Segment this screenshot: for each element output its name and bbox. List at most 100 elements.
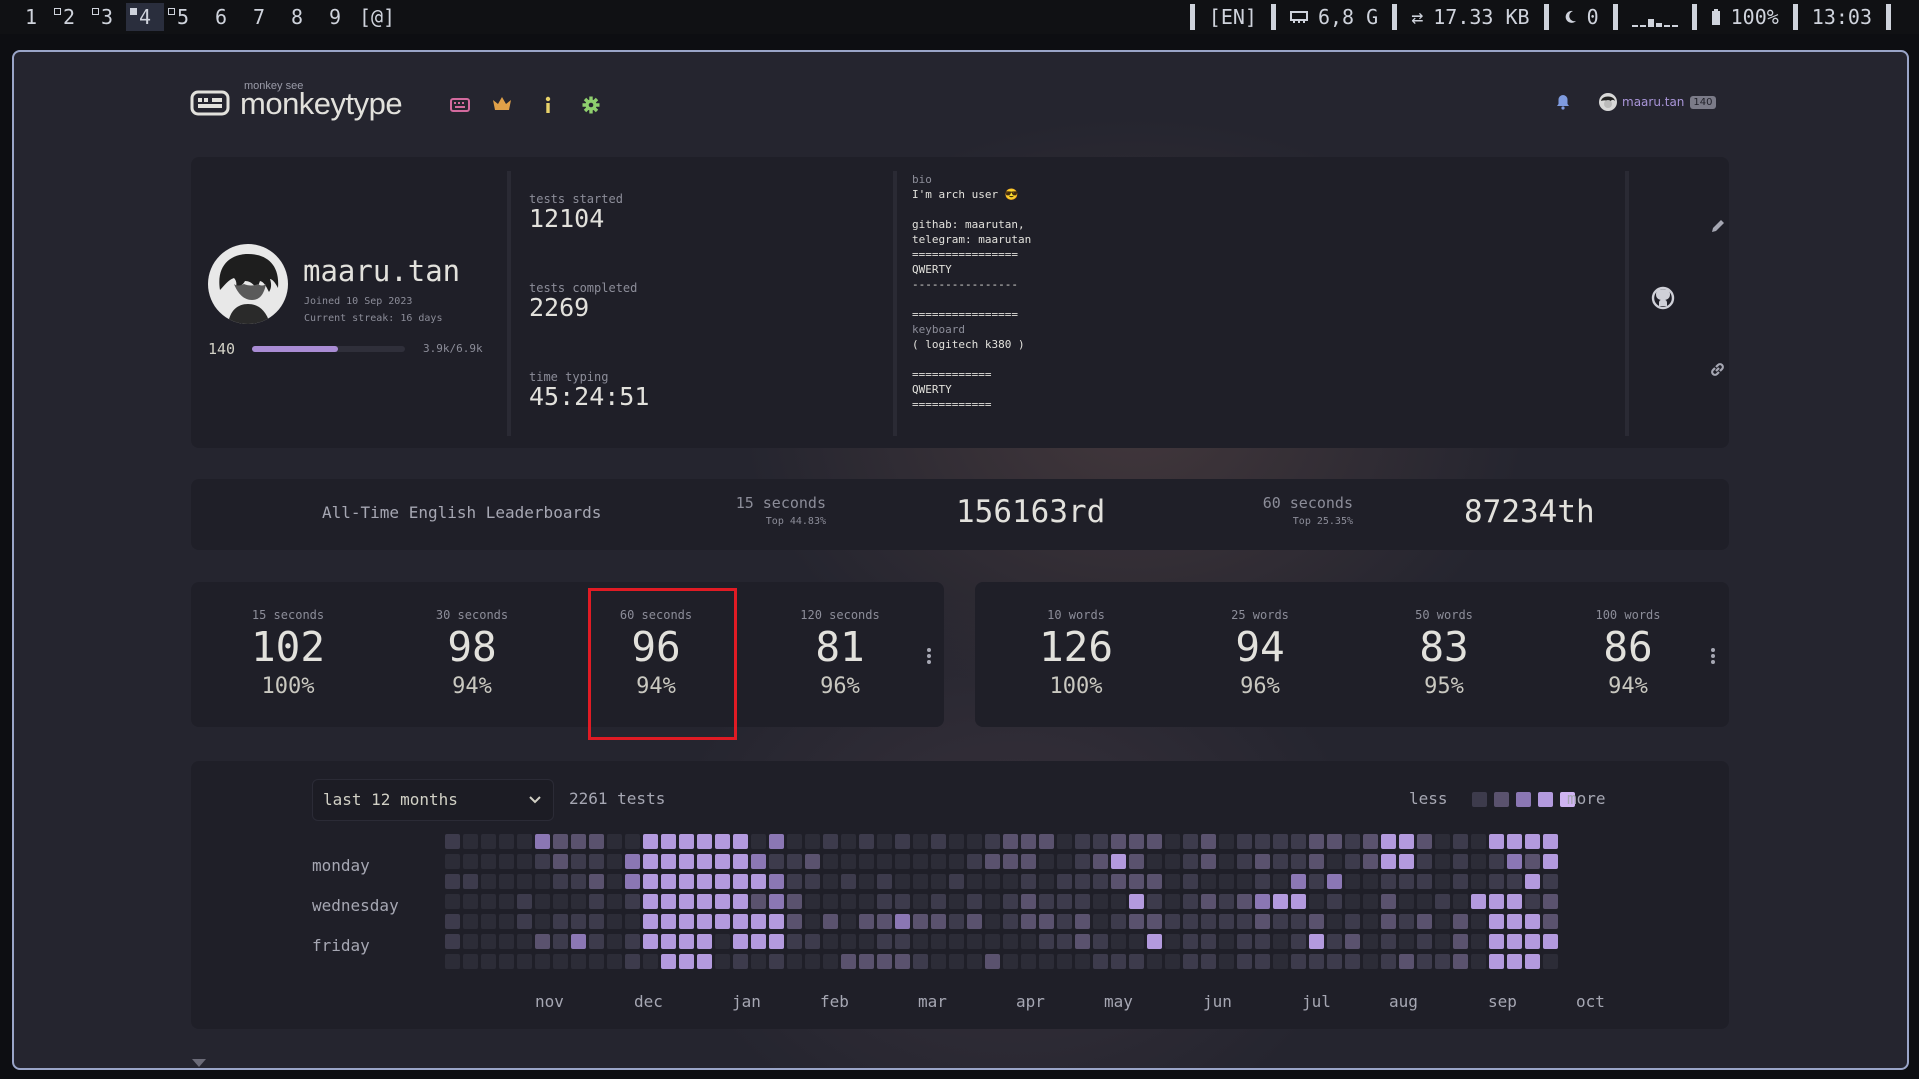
heatmap-cell[interactable] [1237, 934, 1252, 949]
heatmap-cell[interactable] [751, 954, 766, 969]
heatmap-cell[interactable] [1003, 954, 1018, 969]
heatmap-cell[interactable] [715, 854, 730, 869]
heatmap-cell[interactable] [895, 894, 910, 909]
heatmap-cell[interactable] [643, 954, 658, 969]
heatmap-cell[interactable] [481, 954, 496, 969]
heatmap-cell[interactable] [1309, 854, 1324, 869]
heatmap-cell[interactable] [1093, 834, 1108, 849]
heatmap-cell[interactable] [1309, 914, 1324, 929]
heatmap-cell[interactable] [499, 954, 514, 969]
pb-time-15[interactable]: 15 seconds 102 100% [196, 608, 380, 702]
heatmap-cell[interactable] [1327, 874, 1342, 889]
heatmap-cell[interactable] [913, 954, 928, 969]
heatmap-cell[interactable] [895, 934, 910, 949]
heatmap-cell[interactable] [625, 854, 640, 869]
heatmap-cell[interactable] [607, 954, 622, 969]
heatmap-cell[interactable] [1471, 894, 1486, 909]
heatmap-cell[interactable] [481, 854, 496, 869]
heatmap-cell[interactable] [823, 834, 838, 849]
heatmap-cell[interactable] [535, 954, 550, 969]
heatmap-cell[interactable] [913, 854, 928, 869]
heatmap-cell[interactable] [985, 834, 1000, 849]
heatmap-cell[interactable] [1255, 954, 1270, 969]
heatmap-cell[interactable] [1255, 834, 1270, 849]
heatmap-cell[interactable] [787, 894, 802, 909]
heatmap-cell[interactable] [1291, 914, 1306, 929]
heatmap-cell[interactable] [805, 834, 820, 849]
heatmap-cell[interactable] [553, 914, 568, 929]
heatmap-cell[interactable] [931, 934, 946, 949]
heatmap-cell[interactable] [1273, 954, 1288, 969]
heatmap-cell[interactable] [517, 834, 532, 849]
heatmap-cell[interactable] [1147, 954, 1162, 969]
heatmap-cell[interactable] [481, 894, 496, 909]
heatmap-cell[interactable] [625, 914, 640, 929]
heatmap-cell[interactable] [1237, 894, 1252, 909]
heatmap-cell[interactable] [1399, 914, 1414, 929]
heatmap-cell[interactable] [1399, 894, 1414, 909]
heatmap-cell[interactable] [1129, 894, 1144, 909]
heatmap-cell[interactable] [1147, 894, 1162, 909]
heatmap-cell[interactable] [679, 934, 694, 949]
heatmap-cell[interactable] [751, 874, 766, 889]
heatmap-cell[interactable] [481, 914, 496, 929]
heatmap-cell[interactable] [769, 954, 784, 969]
heatmap-cell[interactable] [625, 954, 640, 969]
network-indicator[interactable]: ⇄ 17.33 KB [1411, 5, 1529, 29]
heatmap-cell[interactable] [859, 874, 874, 889]
heatmap-cell[interactable] [607, 834, 622, 849]
heatmap-cell[interactable] [769, 834, 784, 849]
heatmap-cell[interactable] [733, 934, 748, 949]
heatmap-cell[interactable] [1273, 914, 1288, 929]
heatmap-cell[interactable] [769, 934, 784, 949]
heatmap-cell[interactable] [805, 914, 820, 929]
leaderboard-15s[interactable]: 15 seconds Top 44.83% 156163rd [714, 494, 1106, 544]
heatmap-cell[interactable] [751, 854, 766, 869]
heatmap-cell[interactable] [679, 954, 694, 969]
heatmap-cell[interactable] [751, 914, 766, 929]
heatmap-cell[interactable] [1363, 874, 1378, 889]
heatmap-cell[interactable] [1309, 834, 1324, 849]
heatmap-cell[interactable] [1363, 934, 1378, 949]
heatmap-cell[interactable] [679, 894, 694, 909]
heatmap-cell[interactable] [589, 854, 604, 869]
heatmap-cell[interactable] [1237, 854, 1252, 869]
heatmap-cell[interactable] [1057, 954, 1072, 969]
heatmap-cell[interactable] [1525, 854, 1540, 869]
heatmap-cell[interactable] [643, 854, 658, 869]
heatmap-cell[interactable] [859, 894, 874, 909]
heatmap-cell[interactable] [1417, 894, 1432, 909]
heatmap-cell[interactable] [1273, 834, 1288, 849]
heatmap-cell[interactable] [877, 894, 892, 909]
heatmap-cell[interactable] [1147, 934, 1162, 949]
workspace-9[interactable]: 9 [316, 3, 354, 31]
heatmap-cell[interactable] [1489, 914, 1504, 929]
heatmap-cell[interactable] [769, 914, 784, 929]
heatmap-cell[interactable] [967, 894, 982, 909]
heatmap-cell[interactable] [1381, 874, 1396, 889]
heatmap-cell[interactable] [859, 934, 874, 949]
heatmap-cell[interactable] [1003, 934, 1018, 949]
heatmap-cell[interactable] [697, 874, 712, 889]
heatmap-cell[interactable] [1183, 934, 1198, 949]
heatmap-cell[interactable] [1291, 874, 1306, 889]
heatmap-cell[interactable] [445, 894, 460, 909]
heatmap-cell[interactable] [499, 914, 514, 929]
heatmap-cell[interactable] [1183, 914, 1198, 929]
heatmap-cell[interactable] [679, 874, 694, 889]
heatmap-cell[interactable] [661, 874, 676, 889]
heatmap-cell[interactable] [1435, 954, 1450, 969]
heatmap-cell[interactable] [1237, 874, 1252, 889]
heatmap-cell[interactable] [1453, 894, 1468, 909]
keyboard-icon[interactable] [450, 98, 470, 112]
heatmap-cell[interactable] [1039, 934, 1054, 949]
heatmap-cell[interactable] [1453, 954, 1468, 969]
github-icon[interactable] [1651, 286, 1675, 310]
heatmap-cell[interactable] [1021, 834, 1036, 849]
heatmap-cell[interactable] [805, 954, 820, 969]
heatmap-cell[interactable] [949, 954, 964, 969]
heatmap-cell[interactable] [1453, 834, 1468, 849]
heatmap-cell[interactable] [1363, 834, 1378, 849]
heatmap-cell[interactable] [877, 834, 892, 849]
heatmap-cell[interactable] [805, 854, 820, 869]
